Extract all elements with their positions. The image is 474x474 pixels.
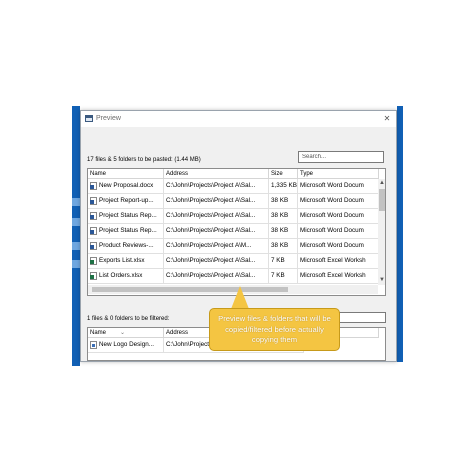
title-bar[interactable]: Preview ✕ <box>81 111 396 127</box>
type-cell: Microsoft Word Docum <box>298 209 379 224</box>
document-file-icon <box>90 341 97 349</box>
address-cell: C:\John\Projects\Project A\Sal... <box>164 209 269 224</box>
file-name: New Proposal.docx <box>99 182 154 189</box>
name-cell: Product Reviews-... <box>88 239 164 254</box>
address-cell: C:\John\Projects\Project A\M... <box>164 239 269 254</box>
desktop-background-right <box>397 106 403 362</box>
address-cell: C:\John\Projects\Project A\Sal... <box>164 179 269 194</box>
column-header-size[interactable]: Size <box>269 169 298 179</box>
size-cell: 7 KB <box>269 254 298 269</box>
file-name: Exports List.xlsx <box>99 257 145 264</box>
files-to-paste-list[interactable]: Name Address Size Type New Proposal.docx… <box>87 168 386 296</box>
scroll-up-arrow-icon[interactable]: ▲ <box>378 179 385 187</box>
close-button[interactable]: ✕ <box>382 113 392 124</box>
vertical-scrollbar[interactable]: ▲ ▼ <box>378 179 385 285</box>
column-header-label: Name <box>90 330 107 336</box>
window-icon <box>85 115 93 122</box>
address-cell: C:\John\Projects\Project A\Sal... <box>164 254 269 269</box>
vertical-scroll-thumb[interactable] <box>379 189 385 211</box>
type-cell: Microsoft Word Docum <box>298 239 379 254</box>
size-cell: 38 KB <box>269 209 298 224</box>
filter-summary-label: 1 files & 0 folders to be filtered: <box>87 316 170 322</box>
name-cell: Project Status Rep... <box>88 224 164 239</box>
preview-callout: Preview files & folders that will be cop… <box>209 308 340 351</box>
scroll-down-arrow-icon[interactable]: ▼ <box>378 276 385 284</box>
desktop-icon-fragment <box>72 218 80 226</box>
horizontal-scroll-thumb[interactable] <box>92 287 288 292</box>
file-name: Project Status Rep... <box>99 212 157 219</box>
file-name: New Logo Design... <box>99 341 154 348</box>
name-cell: New Proposal.docx <box>88 179 164 194</box>
desktop-background-left <box>72 106 80 366</box>
file-name: Project Status Rep... <box>99 227 157 234</box>
name-cell: Exports List.xlsx <box>88 254 164 269</box>
file-name: Product Reviews-... <box>99 242 154 249</box>
search-input[interactable] <box>298 151 384 163</box>
name-cell: Project Report-up... <box>88 194 164 209</box>
desktop-icon-fragment <box>72 242 80 250</box>
address-cell: C:\John\Projects\Project A\Sal... <box>164 194 269 209</box>
window-title: Preview <box>96 115 121 122</box>
column-header-name[interactable]: Name ⌄ <box>88 328 164 338</box>
size-cell: 1,335 KB <box>269 179 298 194</box>
address-cell: C:\John\Projects\Project A\Sal... <box>164 269 269 284</box>
size-cell: 38 KB <box>269 194 298 209</box>
type-cell: Microsoft Word Docum <box>298 194 379 209</box>
excel-file-icon <box>90 272 97 280</box>
word-file-icon <box>90 197 97 205</box>
callout-pointer <box>231 286 249 309</box>
type-cell: Microsoft Excel Worksh <box>298 269 379 284</box>
desktop-icon-fragment <box>72 198 80 206</box>
column-header-name[interactable]: Name <box>88 169 164 179</box>
paste-summary-label: 17 files & 5 folders to be pasted: (1.44… <box>87 157 201 163</box>
file-name: List Orders.xlsx <box>99 272 143 279</box>
excel-file-icon <box>90 257 97 265</box>
column-header-type[interactable]: Type <box>298 169 379 179</box>
address-cell: C:\John\Projects\Project A\Sal... <box>164 224 269 239</box>
word-file-icon <box>90 182 97 190</box>
type-cell: Microsoft Word Docum <box>298 224 379 239</box>
word-file-icon <box>90 227 97 235</box>
size-cell: 7 KB <box>269 269 298 284</box>
sort-chevron-icon: ⌄ <box>120 330 126 336</box>
file-name: Project Report-up... <box>99 197 154 204</box>
name-cell: New Logo Design... <box>88 338 164 353</box>
size-cell: 38 KB <box>269 224 298 239</box>
type-cell: Microsoft Word Docum <box>298 179 379 194</box>
type-cell: Microsoft Excel Worksh <box>298 254 379 269</box>
word-file-icon <box>90 242 97 250</box>
desktop-icon-fragment <box>72 260 80 268</box>
name-cell: Project Status Rep... <box>88 209 164 224</box>
size-cell: 38 KB <box>269 239 298 254</box>
name-cell: List Orders.xlsx <box>88 269 164 284</box>
column-header-address[interactable]: Address <box>164 169 269 179</box>
word-file-icon <box>90 212 97 220</box>
